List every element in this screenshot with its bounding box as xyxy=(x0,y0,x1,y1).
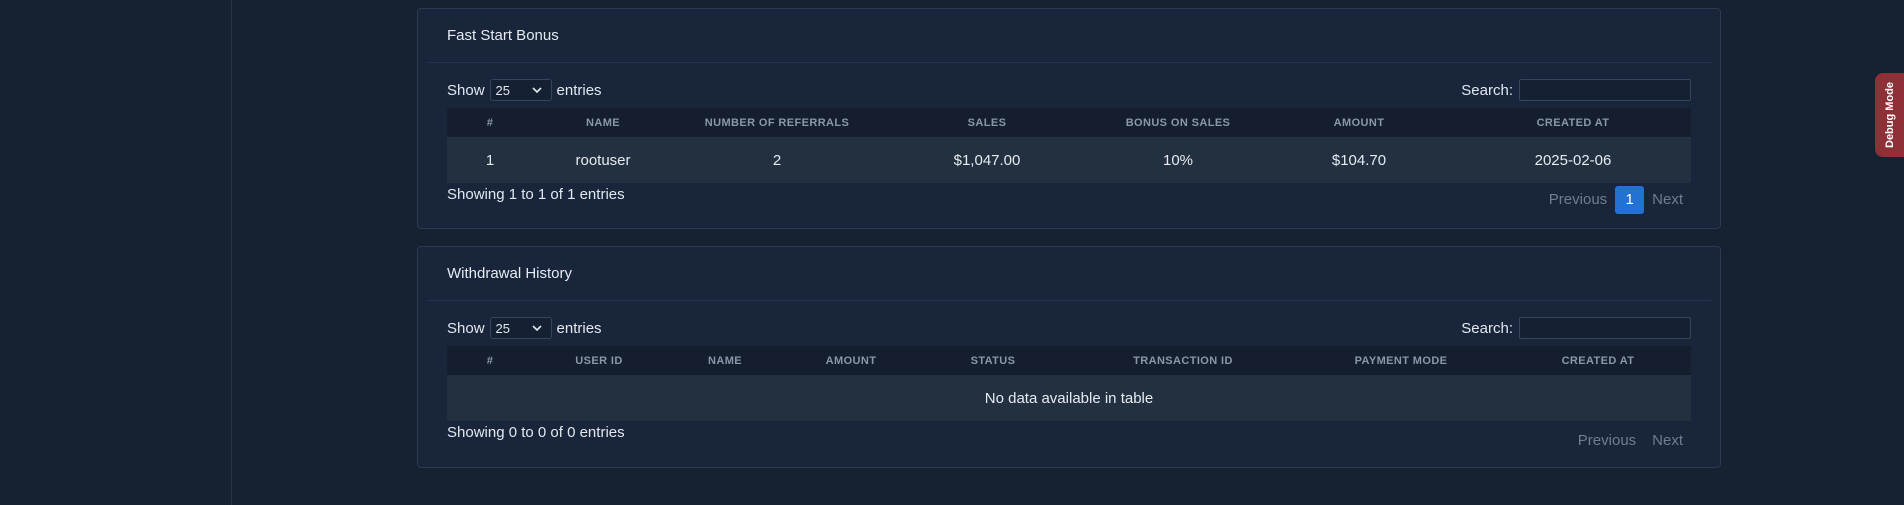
entries-select[interactable]: 25 xyxy=(489,79,552,101)
column-header[interactable]: TRANSACTION ID xyxy=(1069,346,1297,375)
column-header[interactable]: CREATED AT xyxy=(1455,108,1691,137)
length-control: Show 25 entries xyxy=(447,317,602,339)
withdrawal-history-card: Withdrawal History Show 25 entries Searc… xyxy=(417,246,1721,468)
entries-value: 25 xyxy=(495,82,510,98)
column-header[interactable]: AMOUNT xyxy=(1263,108,1455,137)
column-header[interactable]: # xyxy=(447,108,533,137)
table-cell: 1 xyxy=(485,151,495,169)
sidebar xyxy=(0,0,232,505)
next-button[interactable]: Next xyxy=(1644,186,1691,214)
search-control: Search: xyxy=(1461,317,1691,339)
table-cell: 2025-02-06 xyxy=(1534,151,1612,169)
card-title: Withdrawal History xyxy=(427,247,1711,301)
empty-message: No data available in table xyxy=(984,389,1154,407)
show-label: Show xyxy=(447,81,485,99)
column-header[interactable]: NAME xyxy=(533,108,673,137)
column-header[interactable]: AMOUNT xyxy=(785,346,917,375)
pagination: Previous 1 Next xyxy=(1541,186,1691,214)
table-empty-row: No data available in table xyxy=(447,375,1691,421)
column-header[interactable]: NAME xyxy=(665,346,785,375)
search-input[interactable] xyxy=(1519,317,1691,339)
search-input[interactable] xyxy=(1519,79,1691,101)
withdrawal-table: # USER ID NAME AMOUNT STATUS TRANSACTION… xyxy=(447,346,1691,421)
column-header[interactable]: PAYMENT MODE xyxy=(1297,346,1505,375)
entries-label: entries xyxy=(556,81,602,99)
search-control: Search: xyxy=(1461,79,1691,101)
fast-start-table: # NAME NUMBER OF REFERRALS SALES BONUS O… xyxy=(447,108,1691,183)
column-header[interactable]: NUMBER OF REFERRALS xyxy=(673,108,881,137)
debug-mode-tab[interactable]: Debug Mode xyxy=(1875,73,1904,157)
length-control: Show 25 entries xyxy=(447,79,602,101)
previous-button[interactable]: Previous xyxy=(1541,186,1615,214)
table-header-row: # USER ID NAME AMOUNT STATUS TRANSACTION… xyxy=(447,346,1691,375)
table-cell: $1,047.00 xyxy=(953,151,1021,169)
table-info: Showing 0 to 0 of 0 entries xyxy=(447,424,625,441)
column-header[interactable]: BONUS ON SALES xyxy=(1093,108,1263,137)
chevron-down-icon xyxy=(531,325,542,332)
card-title: Fast Start Bonus xyxy=(427,9,1711,63)
table-cell: 10% xyxy=(1162,151,1194,169)
table-info: Showing 1 to 1 of 1 entries xyxy=(447,186,625,203)
column-header[interactable]: # xyxy=(447,346,533,375)
search-label: Search: xyxy=(1461,81,1513,99)
entries-label: entries xyxy=(556,319,602,337)
search-label: Search: xyxy=(1461,319,1513,337)
fast-start-bonus-card: Fast Start Bonus Show 25 entries Search: xyxy=(417,8,1721,229)
column-header[interactable]: USER ID xyxy=(533,346,665,375)
debug-mode-label: Debug Mode xyxy=(1883,82,1896,148)
entries-value: 25 xyxy=(495,320,510,336)
table-cell: $104.70 xyxy=(1331,151,1387,169)
page-button-1[interactable]: 1 xyxy=(1615,186,1645,214)
table-cell: 2 xyxy=(772,151,782,169)
pagination: Previous Next xyxy=(1570,427,1691,455)
next-button[interactable]: Next xyxy=(1644,427,1691,455)
column-header[interactable]: CREATED AT xyxy=(1505,346,1691,375)
table-row: 1 rootuser 2 $1,047.00 10% $104.70 2025-… xyxy=(447,137,1691,183)
column-header[interactable]: SALES xyxy=(881,108,1093,137)
entries-select[interactable]: 25 xyxy=(489,317,552,339)
show-label: Show xyxy=(447,319,485,337)
previous-button[interactable]: Previous xyxy=(1570,427,1644,455)
column-header[interactable]: STATUS xyxy=(917,346,1069,375)
table-cell: rootuser xyxy=(575,151,631,169)
chevron-down-icon xyxy=(531,87,542,94)
table-header-row: # NAME NUMBER OF REFERRALS SALES BONUS O… xyxy=(447,108,1691,137)
